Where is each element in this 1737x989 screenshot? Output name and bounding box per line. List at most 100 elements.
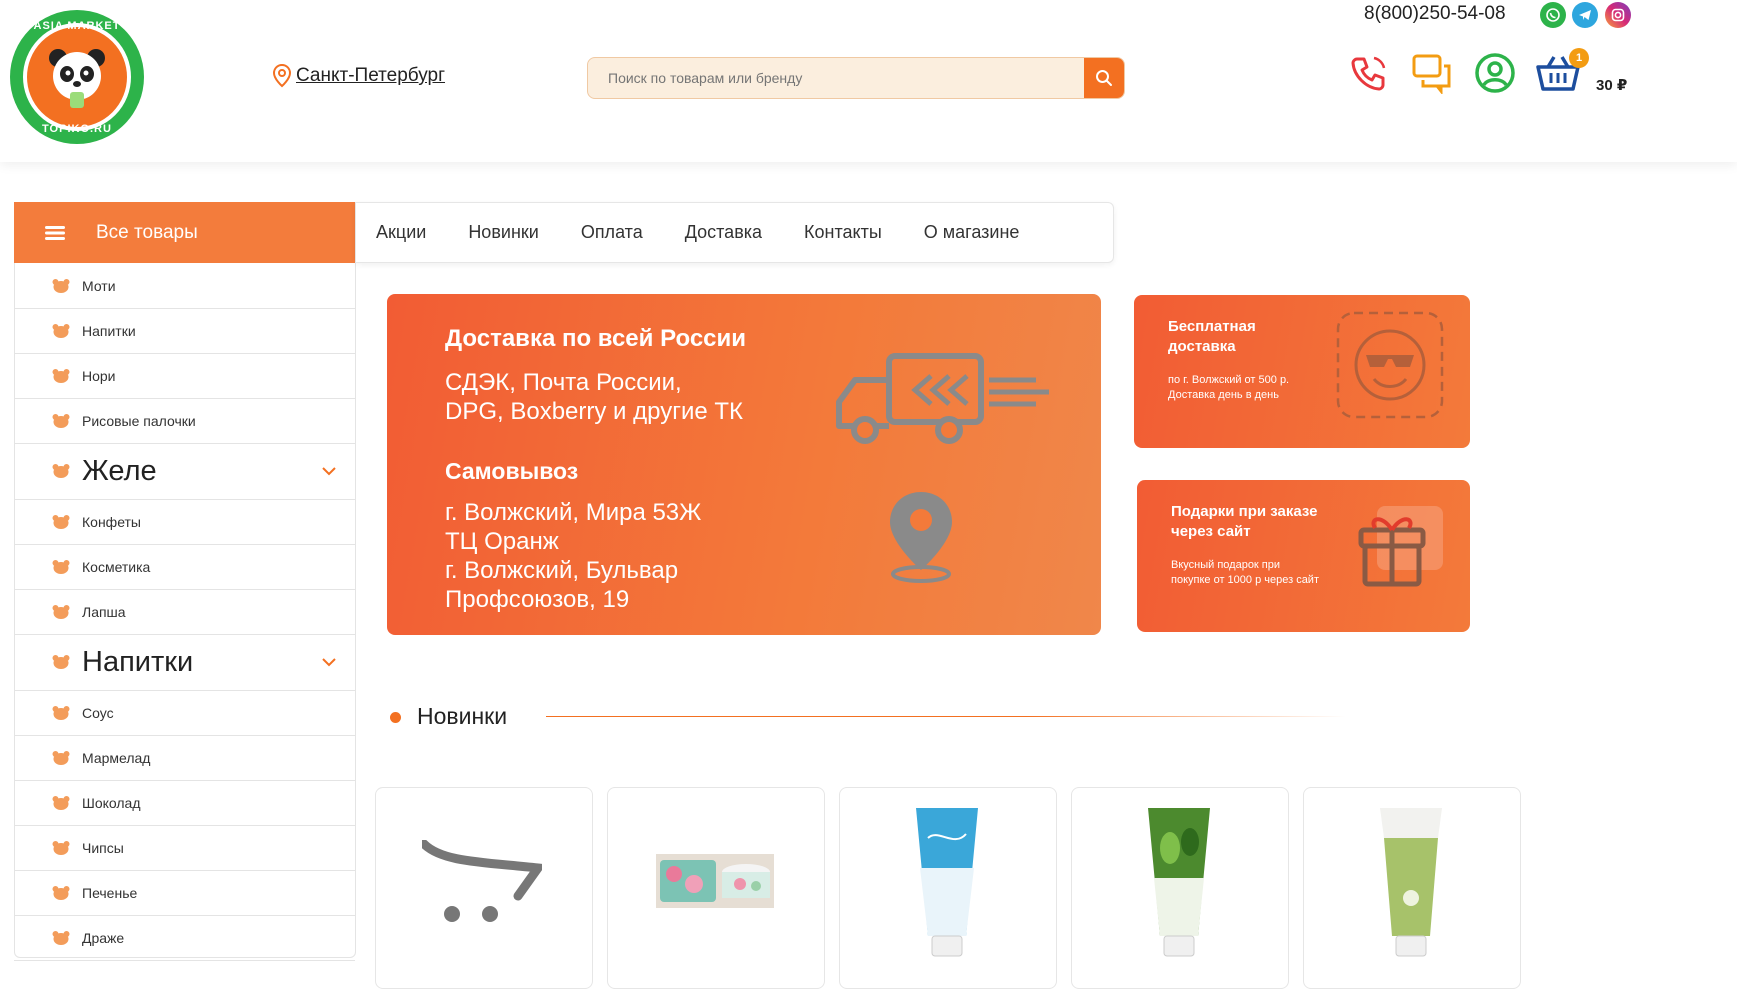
location-pin-icon: [272, 64, 292, 88]
blue-tube-image: [916, 808, 978, 957]
sidebar-item-label: Желе: [82, 454, 157, 487]
sidebar-item[interactable]: Напитки: [14, 634, 355, 691]
sidebar-item-label: Чипсы: [82, 839, 124, 856]
panda-icon: [23, 23, 131, 131]
top-nav: Акции Новинки Оплата Доставка Контакты О мага…: [355, 202, 1114, 263]
sidebar-item[interactable]: Шоколад: [14, 780, 355, 826]
site-logo[interactable]: ASIA MARKET TOPIKO.RU: [10, 10, 144, 144]
sidebar-item-label: Косметика: [82, 558, 151, 575]
product-card[interactable]: [1303, 787, 1521, 989]
delivery-banner[interactable]: Доставка по всей России СДЭК, Почта Росс…: [387, 294, 1101, 635]
telegram-icon[interactable]: [1572, 2, 1598, 28]
sidebar-item[interactable]: Моти: [14, 263, 355, 309]
sidebar-item[interactable]: Нори: [14, 353, 355, 399]
gift-banner[interactable]: Подарки при заказе через сайт Вкусный по…: [1137, 480, 1470, 632]
bear-icon: [52, 655, 70, 669]
user-account-icon[interactable]: [1472, 50, 1518, 96]
nav-link[interactable]: О магазине: [924, 222, 1020, 243]
menu-icon: [45, 225, 65, 240]
sidebar-item[interactable]: Соус: [14, 690, 355, 736]
pickup-line-2: ТЦ Оранж: [445, 528, 559, 555]
phone-call-icon[interactable]: [1346, 50, 1392, 96]
bear-icon: [52, 413, 70, 428]
delivery-truck-icon: [836, 353, 1049, 444]
green-tube-image: [1148, 808, 1210, 957]
instagram-icon[interactable]: [1605, 2, 1631, 28]
pickup-line-1: г. Волжский, Мира 53Ж: [445, 499, 702, 526]
sidebar-item[interactable]: Драже: [14, 915, 355, 961]
sidebar-item-label: Моти: [82, 277, 116, 294]
all-goods-button[interactable]: Все товары: [14, 202, 355, 263]
sidebar-item[interactable]: Чипсы: [14, 825, 355, 871]
sidebar-item-label: Нори: [82, 367, 116, 384]
bear-icon: [52, 514, 70, 529]
sidebar-item-label: Лапша: [82, 603, 126, 620]
sidebar-item[interactable]: Напитки: [14, 308, 355, 354]
pickup-line-3: г. Волжский, Бульвар: [445, 557, 679, 584]
sidebar-item[interactable]: Лапша: [14, 589, 355, 635]
chevron-down-icon[interactable]: [321, 657, 337, 667]
sidebar-item[interactable]: Рисовые палочки: [14, 398, 355, 444]
search-input[interactable]: [588, 58, 1088, 98]
new-items-title: Новинки: [417, 703, 508, 729]
banner-title: Доставка по всей России: [445, 325, 747, 352]
sidebar-item[interactable]: Конфеты: [14, 499, 355, 545]
product-card[interactable]: [1071, 787, 1289, 989]
pickup-title: Самовывоз: [445, 458, 579, 484]
whatsapp-icon[interactable]: [1540, 2, 1566, 28]
free-delivery-text-2: Доставка день в день: [1168, 389, 1279, 401]
banner-line-1: СДЭК, Почта России,: [445, 369, 682, 396]
product-card[interactable]: [839, 787, 1057, 989]
section-divider: [546, 716, 1346, 717]
logo-bottom-text: TOPIKO.RU: [42, 123, 112, 135]
sidebar-item-label: Печенье: [82, 884, 138, 901]
nav-link[interactable]: Оплата: [581, 222, 643, 243]
bear-icon: [52, 795, 70, 810]
cart-placeholder-icon: [422, 840, 542, 922]
sidebar-item-label: Мармелад: [82, 749, 151, 766]
product-card[interactable]: [607, 787, 825, 989]
bear-icon: [52, 278, 70, 293]
bear-icon: [52, 464, 70, 478]
pickup-line-4: Профсоюзов, 19: [445, 586, 630, 613]
search-button[interactable]: [1084, 58, 1124, 98]
nav-link[interactable]: Новинки: [468, 222, 539, 243]
nav-link[interactable]: Доставка: [685, 222, 762, 243]
sidebar-item-label: Рисовые палочки: [82, 412, 196, 429]
bear-icon: [52, 840, 70, 855]
gift-text-1: Вкусный подарок при: [1171, 559, 1281, 571]
bear-icon: [52, 323, 70, 338]
sidebar-item-label: Соус: [82, 704, 114, 721]
product-card[interactable]: [375, 787, 593, 989]
nav-link[interactable]: Акции: [376, 222, 426, 243]
smile-sunglasses-icon: [1336, 311, 1444, 419]
city-name: Санкт-Петербург: [296, 65, 446, 86]
bear-icon: [52, 559, 70, 574]
nav-link[interactable]: Контакты: [804, 222, 882, 243]
logo-top-text: ASIA MARKET: [33, 20, 121, 32]
sidebar-item-label: Конфеты: [82, 513, 141, 530]
cart-count-badge: 1: [1569, 48, 1589, 68]
free-delivery-banner[interactable]: Бесплатная доставка по г. Волжский от 50…: [1134, 295, 1470, 448]
cosmetic-jar-image: [656, 854, 774, 908]
sidebar-item[interactable]: Печенье: [14, 870, 355, 916]
header-phone[interactable]: 8(800)250-54-08: [1364, 3, 1506, 25]
sidebar-item[interactable]: Мармелад: [14, 735, 355, 781]
chat-icon[interactable]: [1409, 50, 1455, 96]
search-bar: [587, 57, 1125, 99]
sidebar-item[interactable]: Косметика: [14, 544, 355, 590]
search-icon: [1096, 70, 1112, 86]
sidebar-item-label: Драже: [82, 929, 125, 946]
bear-icon: [52, 368, 70, 383]
gift-title-2: через сайт: [1171, 523, 1251, 540]
map-pin-icon: [890, 492, 952, 583]
free-delivery-text-1: по г. Волжский от 500 р.: [1168, 374, 1290, 386]
bear-icon: [52, 604, 70, 619]
snail-tube-image: [1380, 808, 1442, 957]
sidebar-item[interactable]: Желе: [14, 443, 355, 500]
city-selector[interactable]: Санкт-Петербург: [272, 64, 445, 88]
chevron-down-icon[interactable]: [321, 466, 337, 476]
bear-icon: [52, 750, 70, 765]
cart-sum[interactable]: 30 ₽: [1596, 76, 1627, 94]
free-delivery-title-1: Бесплатная: [1168, 318, 1256, 335]
